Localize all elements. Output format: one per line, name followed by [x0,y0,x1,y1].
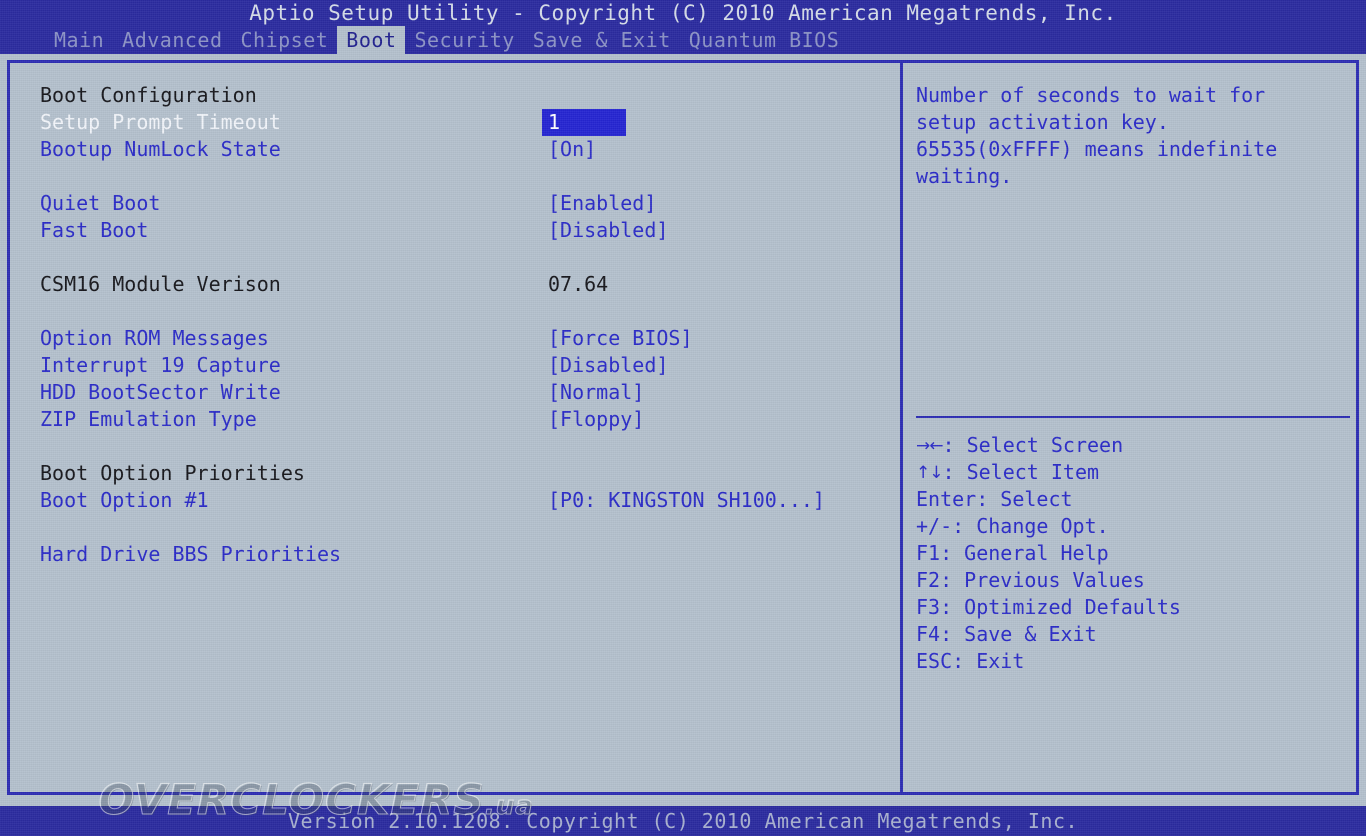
arrow-vertical-icon: ↑↓ [916,463,943,483]
key-hint-f4-save-exit: F4: Save & Exit [916,621,1346,648]
settings-spacer [40,298,890,325]
key-hint-label: : Select Screen [942,433,1124,457]
key-hint-label: ESC: Exit [916,649,1025,673]
setting-value-boot-option-1[interactable]: [P0: KINGSTON SH100...] [548,487,825,514]
setting-label-hdd-bootsector-write: HDD BootSector Write [40,380,281,404]
setting-value-bootup-numlock-state[interactable]: [On] [548,136,596,163]
setting-label-boot-configuration: Boot Configuration [40,83,257,107]
setting-row-boot-configuration: Boot Configuration [40,82,890,109]
watermark-main: OVERCLOCKERS [98,775,485,825]
setting-row-hard-drive-bbs-priorities[interactable]: Hard Drive BBS Priorities [40,541,890,568]
menu-bar[interactable]: Main Advanced Chipset Boot Security Save & Ex… [0,26,1366,54]
key-hint-label: Enter: Select [916,487,1073,511]
setting-value-interrupt-19-capture[interactable]: [Disabled] [548,352,668,379]
key-hint-label: F2: Previous Values [916,568,1145,592]
setting-label-quiet-boot: Quiet Boot [40,191,161,215]
tab-quantum-bios[interactable]: Quantum BIOS [680,26,849,54]
setting-label-option-rom-messages: Option ROM Messages [40,326,269,350]
setting-label-bootup-numlock-state: Bootup NumLock State [40,137,281,161]
setting-row-hdd-bootsector-write[interactable]: HDD BootSector Write [Normal] [40,379,890,406]
key-hint-label: : Select Item [942,460,1100,484]
tab-advanced[interactable]: Advanced [113,26,231,54]
setting-value-zip-emulation-type[interactable]: [Floppy] [548,406,644,433]
key-hint-label: F1: General Help [916,541,1109,565]
title-bar: Aptio Setup Utility - Copyright (C) 2010… [0,0,1366,26]
arrow-horizontal-icon: →← [916,436,943,456]
setting-label-interrupt-19-capture: Interrupt 19 Capture [40,353,281,377]
key-hint-change-opt: +/-: Change Opt. [916,513,1346,540]
setting-row-boot-option-1[interactable]: Boot Option #1 [P0: KINGSTON SH100...] [40,487,890,514]
setting-value-quiet-boot[interactable]: [Enabled] [548,190,656,217]
setting-row-fast-boot[interactable]: Fast Boot [Disabled] [40,217,890,244]
setting-label-boot-option-1: Boot Option #1 [40,488,209,512]
setting-value-setup-prompt-timeout[interactable]: 1 [542,109,626,136]
key-hint-label: +/-: Change Opt. [916,514,1109,538]
setting-label-hard-drive-bbs-priorities: Hard Drive BBS Priorities [40,542,342,566]
setting-row-bootup-numlock-state[interactable]: Bootup NumLock State [On] [40,136,890,163]
key-legend: →←: Select Screen ↑↓: Select Item Enter: S… [916,432,1346,675]
watermark-tld: .ua [484,791,534,822]
setting-value-hdd-bootsector-write[interactable]: [Normal] [548,379,644,406]
key-hint-enter-select: Enter: Select [916,486,1346,513]
settings-spacer [40,514,890,541]
setting-label-csm16-module-verison: CSM16 Module Verison [40,272,281,296]
setting-label-zip-emulation-type: ZIP Emulation Type [40,407,257,431]
overclockers-watermark: OVERCLOCKERS.ua [36,726,534,836]
settings-spacer [40,244,890,271]
tab-save-exit[interactable]: Save & Exit [524,26,680,54]
settings-list[interactable]: Boot Configuration Setup Prompt Timeout 1 B… [40,82,890,568]
setting-value-option-rom-messages[interactable]: [Force BIOS] [548,325,693,352]
setting-label-setup-prompt-timeout: Setup Prompt Timeout [40,110,281,134]
key-hint-select-screen: →←: Select Screen [916,432,1346,459]
setting-row-interrupt-19-capture[interactable]: Interrupt 19 Capture [Disabled] [40,352,890,379]
key-hint-label: F3: Optimized Defaults [916,595,1181,619]
settings-spacer [40,433,890,460]
setting-row-csm16-module-verison: CSM16 Module Verison 07.64 [40,271,890,298]
bios-screen: Aptio Setup Utility - Copyright (C) 2010… [0,0,1366,836]
panel-divider [900,60,903,795]
key-hint-label: F4: Save & Exit [916,622,1097,646]
tab-security[interactable]: Security [405,26,523,54]
setting-value-fast-boot[interactable]: [Disabled] [548,217,668,244]
key-hint-esc-exit: ESC: Exit [916,648,1346,675]
setting-label-fast-boot: Fast Boot [40,218,149,242]
setting-row-setup-prompt-timeout[interactable]: Setup Prompt Timeout 1 [40,109,890,136]
page-title: Aptio Setup Utility - Copyright (C) 2010… [249,1,1117,25]
setting-row-option-rom-messages[interactable]: Option ROM Messages [Force BIOS] [40,325,890,352]
setting-label-boot-option-priorities: Boot Option Priorities [40,461,305,485]
settings-spacer [40,163,890,190]
key-hint-f1-general-help: F1: General Help [916,540,1346,567]
setting-row-zip-emulation-type[interactable]: ZIP Emulation Type [Floppy] [40,406,890,433]
key-hint-f2-previous-values: F2: Previous Values [916,567,1346,594]
setting-row-boot-option-priorities: Boot Option Priorities [40,460,890,487]
tab-boot[interactable]: Boot [337,26,406,54]
setting-row-quiet-boot[interactable]: Quiet Boot [Enabled] [40,190,890,217]
setting-value-csm16-module-verison: 07.64 [548,272,609,296]
help-description: Number of seconds to wait for setup acti… [916,83,1278,188]
tab-chipset[interactable]: Chipset [232,26,338,54]
key-hint-f3-optimized-defaults: F3: Optimized Defaults [916,594,1346,621]
tab-main[interactable]: Main [45,26,113,54]
help-separator [916,416,1350,418]
key-hint-select-item: ↑↓: Select Item [916,459,1346,486]
